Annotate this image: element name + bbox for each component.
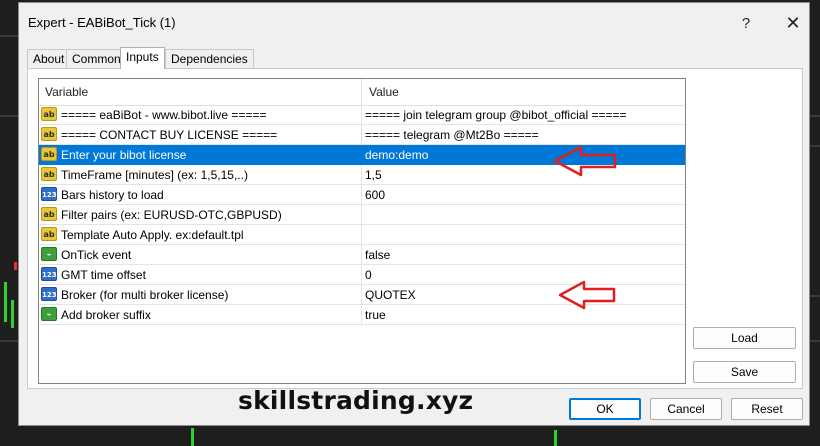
string-type-icon: ab xyxy=(41,127,57,141)
cell-divider xyxy=(361,285,362,305)
table-row[interactable]: ab ===== eaBiBot - www.bibot.live ===== … xyxy=(39,105,685,125)
close-button[interactable]: ✕ xyxy=(778,8,808,38)
expert-properties-dialog: Expert - EABiBot_Tick (1) ? ✕ About Comm… xyxy=(18,2,810,426)
cell-divider xyxy=(361,245,362,265)
cell-divider xyxy=(361,105,362,125)
variable-name: Enter your bibot license xyxy=(61,148,187,162)
variable-name: OnTick event xyxy=(61,248,132,262)
cell-divider xyxy=(361,125,362,145)
tab-common[interactable]: Common xyxy=(66,49,127,68)
integer-type-icon: 123 xyxy=(41,267,57,281)
variable-name: TimeFrame [minutes] (ex: 1,5,15,..) xyxy=(61,168,248,182)
grid-header: Variable Value xyxy=(39,79,685,106)
reset-button[interactable]: Reset xyxy=(731,398,803,420)
string-type-icon: ab xyxy=(41,227,57,241)
variable-value[interactable]: 1,5 xyxy=(365,168,382,182)
tab-dependencies[interactable]: Dependencies xyxy=(165,49,254,68)
annotation-arrow-icon xyxy=(558,280,616,310)
cell-divider xyxy=(361,305,362,325)
variable-value[interactable]: ===== join telegram group @bibot_officia… xyxy=(365,108,626,122)
watermark-text: skillstrading.xyz xyxy=(238,386,474,415)
string-type-icon: ab xyxy=(41,107,57,121)
title-bar: Expert - EABiBot_Tick (1) ? ✕ xyxy=(19,3,809,41)
variable-value[interactable]: ===== telegram @Mt2Bo ===== xyxy=(365,128,539,142)
variable-name: ===== CONTACT BUY LICENSE ===== xyxy=(61,128,278,142)
column-header-variable[interactable]: Variable xyxy=(45,85,88,99)
variable-name: Bars history to load xyxy=(61,188,164,202)
cell-divider xyxy=(361,145,362,165)
boolean-type-icon: ⌁ xyxy=(41,307,57,321)
variable-value[interactable]: 600 xyxy=(365,188,385,202)
variable-value[interactable]: demo:demo xyxy=(365,148,428,162)
load-button[interactable]: Load xyxy=(693,327,796,349)
string-type-icon: ab xyxy=(41,147,57,161)
integer-type-icon: 123 xyxy=(41,187,57,201)
cancel-button[interactable]: Cancel xyxy=(650,398,722,420)
variable-name: ===== eaBiBot - www.bibot.live ===== xyxy=(61,108,267,122)
cell-divider xyxy=(361,185,362,205)
variable-name: Broker (for multi broker license) xyxy=(61,288,229,302)
inputs-panel: Variable Value ab ===== eaBiBot - www.bi… xyxy=(27,68,803,389)
string-type-icon: ab xyxy=(41,207,57,221)
variable-name: Filter pairs (ex: EURUSD-OTC,GBPUSD) xyxy=(61,208,282,222)
cell-divider xyxy=(361,165,362,185)
column-header-value[interactable]: Value xyxy=(369,85,399,99)
variable-name: Add broker suffix xyxy=(61,308,151,322)
table-row[interactable]: ab Filter pairs (ex: EURUSD-OTC,GBPUSD) xyxy=(39,205,685,225)
annotation-arrow-icon xyxy=(553,145,617,177)
variable-name: GMT time offset xyxy=(61,268,146,282)
table-row[interactable]: ab Template Auto Apply. ex:default.tpl xyxy=(39,225,685,245)
table-row[interactable]: 123 Bars history to load 600 xyxy=(39,185,685,205)
variable-value[interactable]: QUOTEX xyxy=(365,288,416,302)
table-row[interactable]: ⌁ OnTick event false xyxy=(39,245,685,265)
string-type-icon: ab xyxy=(41,167,57,181)
tab-inputs[interactable]: Inputs xyxy=(120,47,165,69)
tab-about[interactable]: About xyxy=(27,49,71,68)
variable-name: Template Auto Apply. ex:default.tpl xyxy=(61,228,244,242)
integer-type-icon: 123 xyxy=(41,287,57,301)
ok-button[interactable]: OK xyxy=(569,398,641,420)
variable-value[interactable]: true xyxy=(365,308,386,322)
inputs-grid: Variable Value ab ===== eaBiBot - www.bi… xyxy=(38,78,686,384)
variable-value[interactable]: 0 xyxy=(365,268,372,282)
save-button[interactable]: Save xyxy=(693,361,796,383)
cell-divider xyxy=(361,265,362,285)
cell-divider xyxy=(361,225,362,245)
table-row[interactable]: ab ===== CONTACT BUY LICENSE ===== =====… xyxy=(39,125,685,145)
window-title: Expert - EABiBot_Tick (1) xyxy=(28,15,176,30)
variable-value[interactable]: false xyxy=(365,248,390,262)
help-button[interactable]: ? xyxy=(731,8,761,38)
cell-divider xyxy=(361,205,362,225)
column-divider[interactable] xyxy=(361,79,362,105)
boolean-type-icon: ⌁ xyxy=(41,247,57,261)
